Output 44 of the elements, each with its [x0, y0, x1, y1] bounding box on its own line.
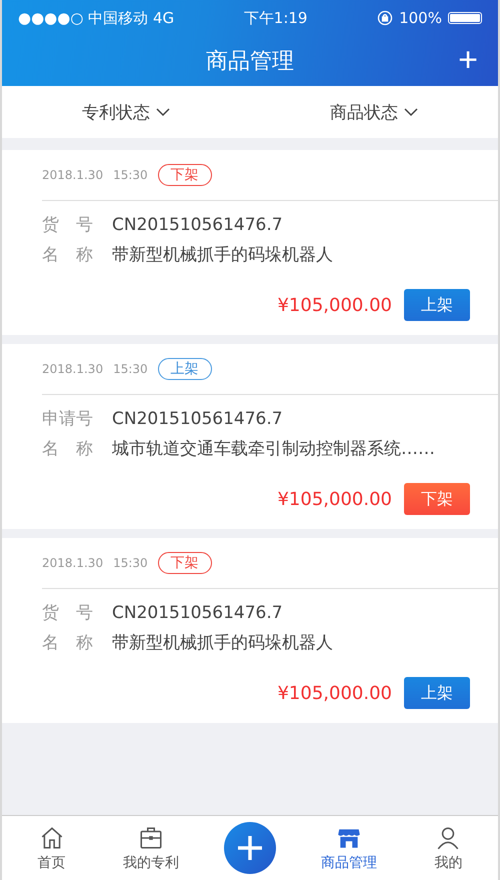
status-tag: 上架: [158, 358, 212, 380]
tab-item[interactable]: 商品管理: [300, 824, 399, 872]
battery-percent: 100%: [399, 9, 442, 27]
time-text: 15:30: [113, 362, 148, 376]
field-value: 城市轨道交通车载牵引制动控制器系统……: [112, 438, 435, 461]
field-value: CN201510561476.7: [112, 602, 283, 625]
chevron-down-icon: [404, 108, 418, 116]
field-label: 名 称: [42, 438, 94, 461]
clock-text: 下午1:19: [244, 8, 308, 28]
add-button[interactable]: [224, 822, 276, 874]
plus-icon: [236, 834, 264, 862]
field-label: 名 称: [42, 632, 94, 655]
field-value: 带新型机械抓手的码垛机器人: [112, 632, 333, 655]
page-title: 商品管理: [206, 48, 294, 76]
tab-item[interactable]: 我的专利: [101, 824, 200, 872]
filter-dropdown[interactable]: 商品状态: [250, 86, 498, 138]
price-text: ¥105,000.00: [277, 488, 392, 510]
tab-item[interactable]: 我的: [398, 824, 498, 872]
status-tag: 下架: [158, 552, 212, 574]
rotation-lock-icon: [377, 10, 394, 26]
field-value: CN201510561476.7: [112, 408, 283, 431]
add-button[interactable]: +: [458, 42, 478, 78]
date-text: 2018.1.30: [42, 362, 104, 376]
briefcase-icon: [138, 824, 164, 850]
field-label: 名 称: [42, 244, 94, 267]
price-text: ¥105,000.00: [277, 682, 392, 704]
carrier-text: ●●●●○ 中国移动 4G: [18, 8, 174, 28]
price-text: ¥105,000.00: [277, 294, 392, 316]
battery-icon: [448, 12, 482, 24]
status-tag: 下架: [158, 164, 212, 186]
chevron-down-icon: [156, 108, 170, 116]
time-text: 15:30: [113, 168, 148, 182]
field-label: 货 号: [42, 602, 94, 625]
status-toggle-button[interactable]: 上架: [404, 289, 470, 321]
status-toggle-button[interactable]: 上架: [404, 677, 470, 709]
tab-item[interactable]: 首页: [2, 824, 102, 872]
field-label: 申请号: [42, 408, 94, 431]
time-text: 15:30: [113, 556, 148, 570]
field-value: 带新型机械抓手的码垛机器人: [112, 244, 333, 267]
field-value: CN201510561476.7: [112, 214, 283, 237]
field-label: 货 号: [42, 214, 94, 237]
filter-dropdown[interactable]: 专利状态: [2, 86, 250, 138]
date-text: 2018.1.30: [42, 556, 104, 570]
date-text: 2018.1.30: [42, 168, 104, 182]
